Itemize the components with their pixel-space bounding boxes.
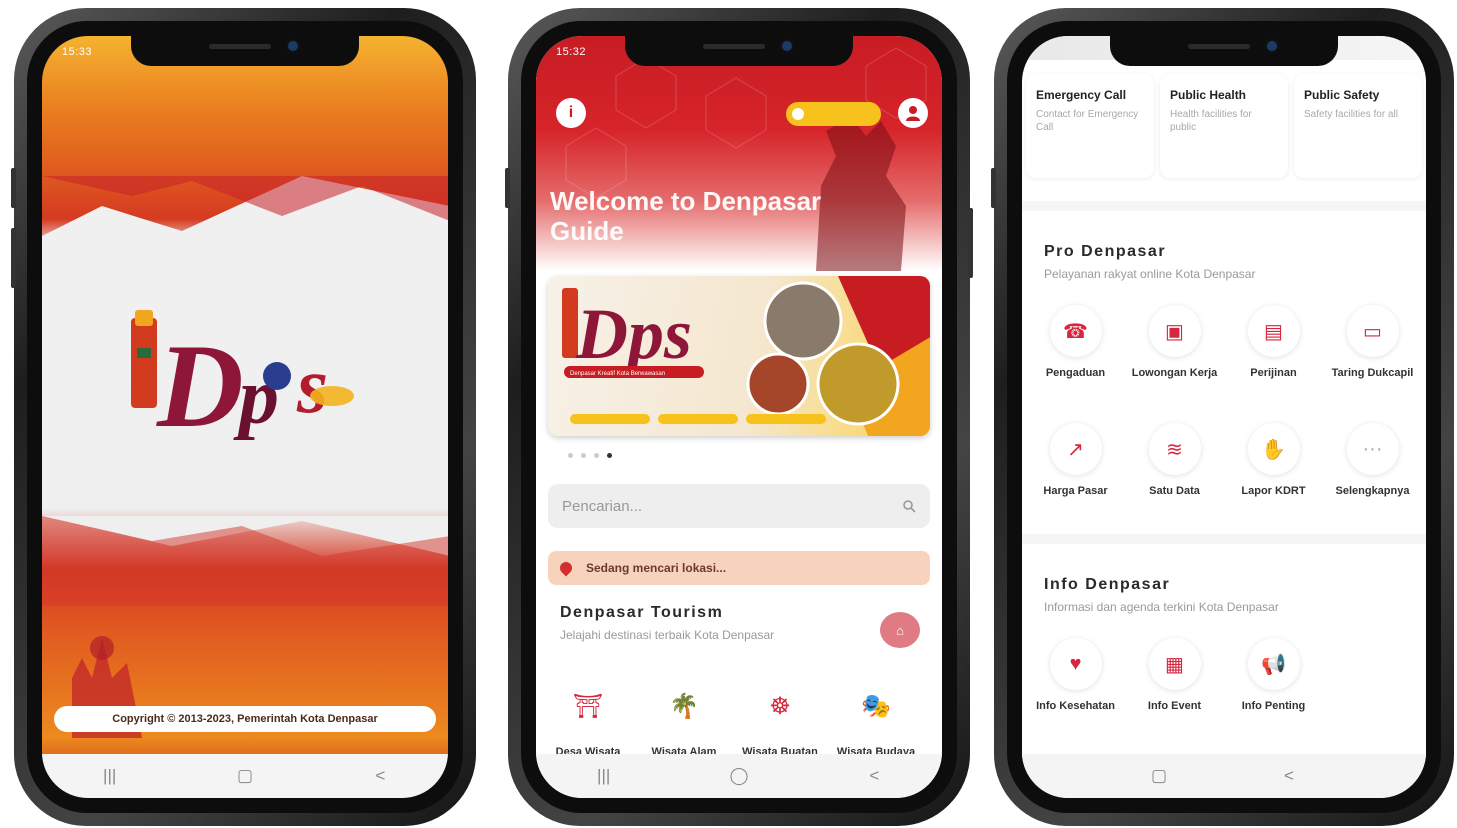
tourism-map-button[interactable]: ⌂ [880,612,920,648]
service-selengkapnya[interactable]: ··· Selengkapnya [1323,423,1422,497]
location-toggle-pill[interactable] [786,102,881,126]
public-health-card[interactable]: Public Health Health facilities for publi… [1160,74,1288,178]
recent-apps-icon[interactable]: ||| [584,766,624,786]
tourism-categories: ⛩ Desa Wisata 🌴 Wisata Alam ☸ Wisata Buatan… [540,686,924,759]
pro-denpasar-section: Pro Denpasar Pelayanan rakyat online Kot… [1022,201,1426,501]
category-desa-wisata[interactable]: ⛩ Desa Wisata [540,686,636,759]
phone-home: 15:32 i Welcome to Denpasar Guide Dps De… [505,8,973,826]
info-denpasar-title: Info Denpasar [1044,576,1171,593]
mask-icon: 🎭 [861,692,891,720]
tourism-header: Denpasar Tourism Jelajahi destinasi terb… [560,604,922,642]
banner-art: Dps Denpasar Kreatif Kota Berwawasan [562,276,930,436]
category-wisata-budaya[interactable]: 🎭 Wisata Budaya [828,686,924,759]
back-icon[interactable]: < [854,766,894,786]
red-wave-top [42,176,448,256]
document-icon: ▤ [1247,305,1300,357]
headset-icon: ☎ [1049,305,1102,357]
status-time: 15:33 [62,46,93,58]
temple-icon: ⛩ [572,692,604,720]
search-input[interactable]: Pencarian... [548,484,930,528]
pro-denpasar-title: Pro Denpasar [1044,243,1167,260]
service-perijinan[interactable]: ▤ Perijinan [1224,305,1323,379]
report-icon: ✋ [1247,423,1300,475]
megaphone-icon: 📢 [1247,638,1300,690]
carousel-dots[interactable] [568,453,612,458]
service-pengaduan[interactable]: ☎ Pengaduan [1026,305,1125,379]
red-wave-bottom [42,516,448,606]
info-icon: i [568,104,574,121]
ferris-wheel-icon: ☸ [769,692,791,720]
emergency-call-card[interactable]: Emergency Call Contact for Emergency Call [1026,74,1154,178]
user-icon [906,106,920,121]
search-placeholder: Pencarian... [562,497,643,515]
welcome-heading: Welcome to Denpasar Guide [550,186,822,246]
category-wisata-buatan[interactable]: ☸ Wisata Buatan [732,686,828,759]
recent-apps-icon[interactable]: ||| [90,766,130,786]
android-nav-bar: ▢ < [1022,754,1426,798]
data-icon: ≋ [1148,423,1201,475]
service-satu-data[interactable]: ≋ Satu Data [1125,423,1224,497]
info-denpasar-subtitle: Informasi dan agenda terkini Kota Denpas… [1044,600,1279,614]
tourism-subtitle: Jelajahi destinasi terbaik Kota Denpasar [560,628,775,642]
info-penting[interactable]: 📢 Info Penting [1224,638,1323,712]
id-card-icon: ▭ [1346,305,1399,357]
back-icon[interactable]: < [360,766,400,786]
palm-tree-icon: 🌴 [669,692,699,720]
home-icon[interactable]: ◯ [719,766,759,786]
info-denpasar-section: Info Denpasar Informasi dan agenda terki… [1022,534,1426,764]
pro-services-grid: ☎ Pengaduan ▣ Lowongan Kerja ▤ Perijinan ▭ T… [1026,305,1422,497]
info-button[interactable]: i [556,98,586,128]
home-screen: 15:32 i Welcome to Denpasar Guide Dps De… [536,36,942,798]
calendar-icon: ▦ [1148,638,1201,690]
map-icon: ⌂ [896,622,904,638]
pro-denpasar-subtitle: Pelayanan rakyat online Kota Denpasar [1044,267,1256,281]
info-event[interactable]: ▦ Info Event [1125,638,1224,712]
search-icon[interactable] [902,499,916,513]
service-harga-pasar[interactable]: ↗ Harga Pasar [1026,423,1125,497]
promo-banner[interactable]: Dps Denpasar Kreatif Kota Berwawasan [548,276,930,436]
services-screen: Emergency Call Contact for Emergency Call… [1022,36,1426,798]
heart-icon: ♥ [1049,638,1102,690]
back-icon[interactable]: < [1269,766,1309,786]
info-services-grid: ♥ Info Kesehatan ▦ Info Event 📢 Info Pentin… [1026,638,1422,712]
copyright-text: Copyright © 2013-2023, Pemerintah Kota D… [54,706,436,732]
public-safety-card[interactable]: Public Safety Safety facilities for all [1294,74,1422,178]
briefcase-icon: ▣ [1148,305,1201,357]
splash-screen: 15:33 D p s Copyright © 2013-2023, Pemer… [42,36,448,798]
svg-text:s: s [296,342,328,430]
home-icon[interactable]: ▢ [1139,766,1179,786]
banner-tagline: Denpasar Kreatif Kota Berwawasan [570,371,665,377]
price-chart-icon: ↗ [1049,423,1102,475]
phone-splash: 15:33 D p s Copyright © 2013-2023, Pemer… [11,8,476,826]
phone-services: Emergency Call Contact for Emergency Call… [991,8,1454,826]
android-nav-bar: ||| ◯ < [536,754,942,798]
banner-logo: Dps [575,294,692,374]
more-icon: ··· [1346,423,1399,475]
status-time: 15:32 [556,46,587,58]
android-nav-bar: ||| ▢ < [42,754,448,798]
svg-text:D: D [156,319,244,448]
location-pin-icon [557,559,575,577]
tourism-title: Denpasar Tourism [560,604,724,621]
info-kesehatan[interactable]: ♥ Info Kesehatan [1026,638,1125,712]
service-taring-dukcapil[interactable]: ▭ Taring Dukcapil [1323,305,1422,379]
dps-logo-icon: D p s [131,310,354,448]
home-icon[interactable]: ▢ [225,766,265,786]
emergency-cards: Emergency Call Contact for Emergency Call… [1026,74,1422,178]
location-status: Sedang mencari lokasi... [548,551,930,585]
category-wisata-alam[interactable]: 🌴 Wisata Alam [636,686,732,759]
service-lowongan-kerja[interactable]: ▣ Lowongan Kerja [1125,305,1224,379]
profile-button[interactable] [898,98,928,128]
service-lapor-kdrt[interactable]: ✋ Lapor KDRT [1224,423,1323,497]
